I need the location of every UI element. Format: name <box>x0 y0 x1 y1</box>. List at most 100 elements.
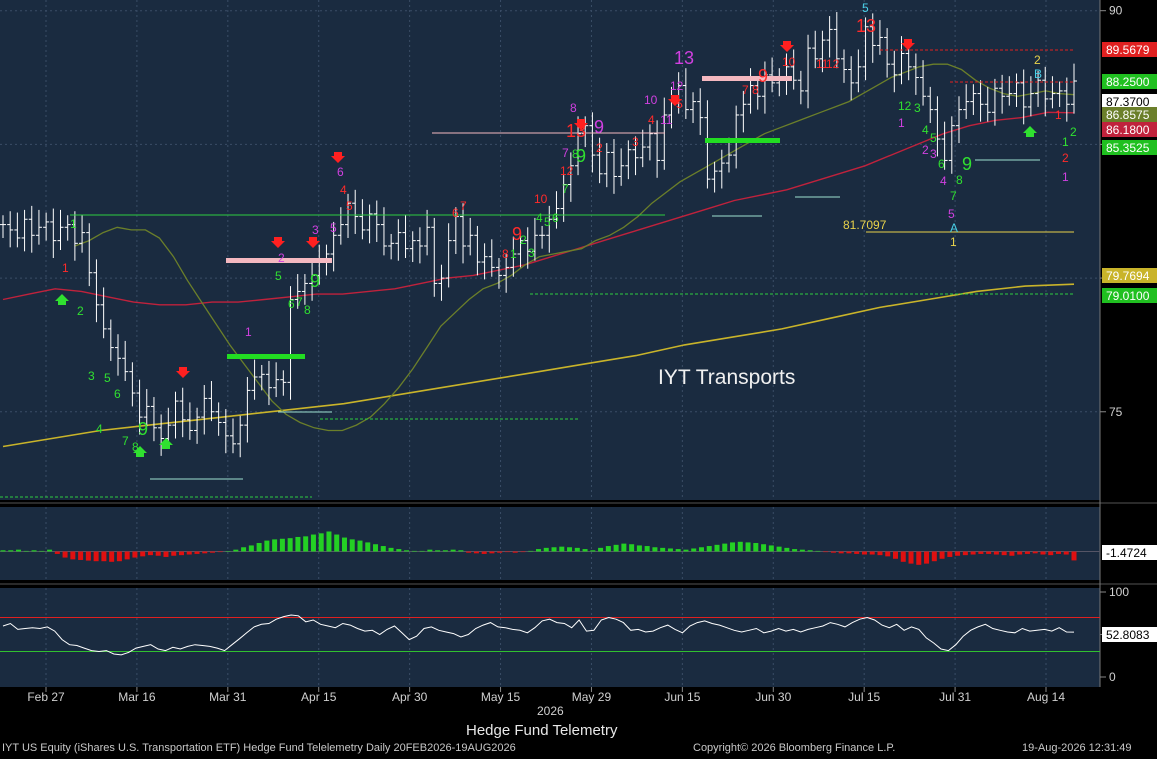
oscillator-bar <box>310 534 316 552</box>
sequential-count-label: 5 <box>275 269 282 283</box>
footer-copyright: Copyright© 2026 Bloomberg Finance L.P. <box>693 742 896 754</box>
sequential-count-label: 2 <box>278 251 285 265</box>
oscillator-bar <box>605 546 611 552</box>
oscillator-bar <box>248 545 254 552</box>
oscillator-bar <box>753 543 759 552</box>
sequential-count-label: 11 <box>660 113 673 127</box>
oscillator-bar <box>109 551 115 562</box>
oscillator-value-label: -1.4724 <box>1106 546 1147 560</box>
sequential-count-label: 7 <box>950 189 957 203</box>
oscillator-bar <box>225 551 231 552</box>
x-tick-label: Mar 16 <box>118 690 156 704</box>
oscillator-bar <box>590 550 596 552</box>
price-panel <box>0 0 1100 500</box>
x-tick-label: Feb 27 <box>27 690 65 704</box>
sequential-count-label: 9 <box>310 271 320 291</box>
oscillator-bar <box>101 551 107 562</box>
oscillator-bar <box>978 551 984 554</box>
price-value-label: 79.0100 <box>1106 289 1150 303</box>
sequential-count-label: 6 <box>288 297 295 311</box>
oscillator-bar <box>947 551 953 557</box>
oscillator-bar <box>373 544 379 552</box>
oscillator-bar <box>23 550 29 552</box>
oscillator-bar <box>970 551 976 555</box>
oscillator-bar <box>427 549 433 552</box>
sequential-count-label: 8 <box>752 83 759 97</box>
oscillator-bar <box>761 544 767 552</box>
oscillator-bar <box>993 551 999 555</box>
oscillator-bar <box>807 550 813 552</box>
oscillator-bar <box>823 551 829 553</box>
rsi-value-label: 52.8083 <box>1106 628 1150 642</box>
oscillator-bar <box>784 547 790 552</box>
oscillator-bar <box>419 550 425 552</box>
support-level <box>705 138 780 143</box>
bottom-title: Hedge Fund Telemetry <box>466 722 618 739</box>
sequential-count-label: 12 <box>560 164 574 178</box>
oscillator-bar <box>116 551 122 562</box>
sequential-count-label: 8 <box>304 303 311 317</box>
oscillator-bar <box>388 547 394 552</box>
sequential-count-label: 1 <box>245 325 252 339</box>
oscillator-bar <box>295 536 301 552</box>
oscillator-bar <box>233 549 239 552</box>
oscillator-bar <box>287 538 293 552</box>
sequential-count-label: 13 <box>856 16 876 36</box>
sequential-count-label: 9 <box>758 66 768 86</box>
price-value-label: 89.5679 <box>1106 43 1150 57</box>
oscillator-bar <box>442 550 448 552</box>
sequential-count-label: 2 <box>596 141 603 155</box>
oscillator-bar <box>171 551 177 556</box>
sequential-count-label: 7 <box>562 182 569 196</box>
oscillator-bar <box>16 549 22 552</box>
sequential-count-label: 3 <box>930 147 937 161</box>
oscillator-bar <box>737 541 743 552</box>
oscillator-bar <box>78 551 84 560</box>
rsi-y-tick-label: 0 <box>1109 670 1116 684</box>
oscillator-bar <box>93 551 99 562</box>
oscillator-bar <box>924 551 930 564</box>
price-value-label: 79.7694 <box>1106 269 1150 283</box>
oscillator-bar <box>349 539 355 552</box>
oscillator-bar <box>613 544 619 552</box>
oscillator-bar <box>473 551 479 554</box>
x-tick-label: Jul 31 <box>939 690 971 704</box>
level-annotation: 81.7097 <box>843 218 887 232</box>
oscillator-bar <box>629 544 635 552</box>
oscillator-bar <box>202 551 208 554</box>
sequential-count-label: 7 <box>742 83 749 97</box>
chart-canvas: 90858075Feb 27Mar 16Mar 31Apr 15Apr 30Ma… <box>0 0 1157 704</box>
oscillator-bar <box>644 546 650 552</box>
x-axis-year: 2026 <box>537 704 564 718</box>
oscillator-bar <box>869 551 875 555</box>
oscillator-bar <box>179 551 184 556</box>
sequential-count-label: 1 <box>1062 135 1069 149</box>
oscillator-bar <box>0 550 6 552</box>
sequential-count-label: 7 <box>562 146 569 160</box>
x-tick-label: Apr 30 <box>392 690 428 704</box>
price-value-label: 87.3700 <box>1106 95 1150 109</box>
footer-description: IYT US Equity (iShares U.S. Transportati… <box>2 742 516 754</box>
oscillator-bar <box>528 550 534 552</box>
oscillator-bar <box>318 533 324 552</box>
oscillator-bar <box>854 551 860 554</box>
footer-timestamp: 19-Aug-2026 12:31:49 <box>1022 742 1132 754</box>
oscillator-bar <box>861 551 867 555</box>
oscillator-bar <box>900 551 906 562</box>
oscillator-bar <box>435 550 441 552</box>
oscillator-bar <box>279 538 285 552</box>
sequential-count-label: 6 <box>552 211 559 225</box>
oscillator-bar <box>357 540 363 552</box>
resistance-level <box>702 76 792 81</box>
price-y-tick-label: 90 <box>1109 4 1123 18</box>
sequential-count-label: 10 <box>644 93 658 107</box>
oscillator-bar <box>931 551 937 562</box>
oscillator-bar <box>675 549 681 552</box>
sequential-count-label: 4 <box>648 113 655 127</box>
sequential-count-label: 4 <box>96 422 103 436</box>
sequential-count-label: 5 <box>104 371 111 385</box>
oscillator-bar <box>893 551 898 559</box>
oscillator-bar <box>598 547 604 552</box>
oscillator-bar <box>1032 551 1038 554</box>
sequential-count-label: 1 <box>1055 108 1062 122</box>
